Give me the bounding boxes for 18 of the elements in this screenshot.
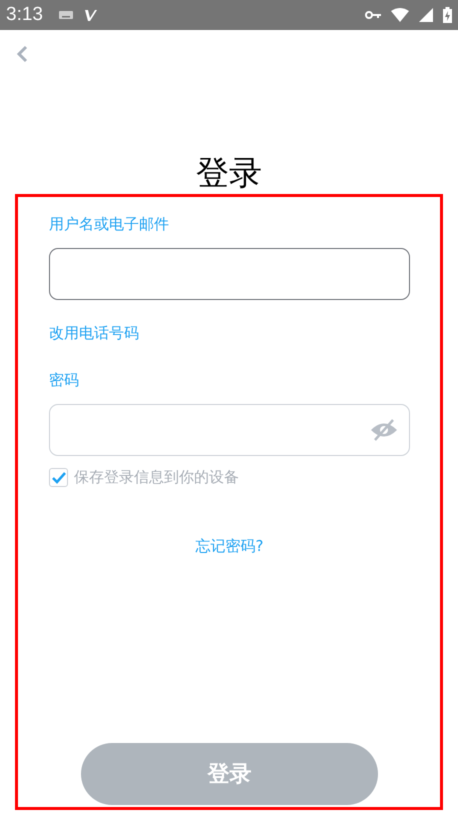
field-label: 用户名或电子邮件 [49,215,169,234]
keyboard-icon [58,11,73,19]
visibility-icon[interactable] [370,419,398,441]
switch-link[interactable]: 改用电话号码 [49,324,139,343]
key-icon [365,10,381,20]
v-icon [82,8,97,22]
remember-checkbox[interactable] [49,468,68,487]
page-title: 登录 [195,153,263,194]
field-label: 密码 [49,371,79,390]
forgot-password-link[interactable]: 忘记密码? [196,537,264,556]
status-time: 3:13 [6,4,43,26]
battery-icon [443,7,452,23]
signal-icon [419,8,433,22]
password-field[interactable] [49,404,410,456]
remember-label: 保存登录信息到你的设备 [74,468,239,487]
wifi-icon [391,8,409,22]
back-icon[interactable] [16,45,28,63]
username-field[interactable] [49,248,410,300]
